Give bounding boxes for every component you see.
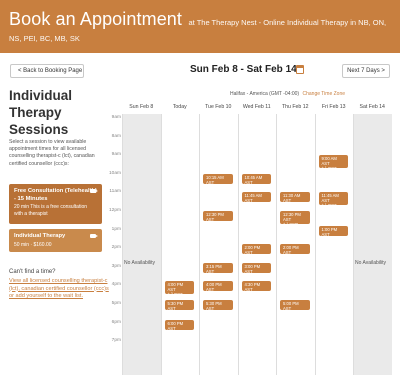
appointment-slot[interactable]: 5:30 PM AST [164,300,194,311]
day-column [353,114,392,375]
business-name-continued: and NL. [9,52,36,61]
appointment-slot[interactable]: 12:30 PM AST [203,210,233,222]
video-camera-icon [90,234,98,238]
day-header: Today [172,104,187,110]
appointment-slot[interactable]: 3:15 PM AST [203,262,233,274]
day-column [122,114,161,375]
day-header: Sun Feb 8 [129,104,154,110]
appointment-slot[interactable]: 11:30 AM AST [280,192,310,204]
calendar-grid: 9am 8am 9am 10am 11am 12pm 1pm 2pm 3pm 4pm 5pm 6pm 7… [107,104,393,375]
appointment-slot[interactable]: 11:45 AM AST [241,192,271,204]
day-header: Wed Feb 11 [242,104,271,110]
next-7-days-button[interactable]: Next 7 Days > [342,64,390,78]
hour-label: 7pm [111,338,121,344]
no-availability-label: No Availability [355,260,387,266]
day-header: Tue Feb 10 [205,104,232,110]
appointment-slot[interactable]: 2:00 PM AST [241,244,271,256]
hour-label: 5pm [111,301,121,306]
slot-time: 4:00 PM AST [206,282,222,293]
hour-label: 8am [111,133,121,139]
hour-label: 3pm [111,263,121,269]
video-camera-icon [90,189,98,193]
day-column [314,114,353,375]
change-timezone-link[interactable]: Change Time Zone [302,91,345,97]
slot-time: 11:45 AM AST [244,193,262,204]
appointment-slot[interactable]: 10:45 AM AST [241,173,271,185]
appointment-slot[interactable]: 4:00 PM AST [203,281,233,293]
appointment-slot[interactable]: 10:15 AM AST [203,173,233,185]
date-range-title: Sun Feb 8 - Sat Feb 14 [190,64,297,75]
slot-time: 11:30 AM AST [283,193,301,204]
appointment-slot[interactable]: 4:30 PM AST [241,281,271,293]
slot-more-count: + 1 more [283,221,299,226]
slot-time: 1:00 PM AST [321,226,338,237]
appointment-slot[interactable]: 11:45 AM AST + 1 more [318,192,348,208]
slot-time: 9:00 AM AST [321,155,337,166]
slot-time: 10:45 AM AST [244,174,263,185]
appointment-slot[interactable]: 5:00 PM AST [280,300,310,311]
service-free-consultation[interactable]: Free Consultation (Telehealth) - 15 Minu… [9,184,102,224]
appointment-slot[interactable]: 3:00 PM AST [241,262,271,274]
slot-more-count: + 1 more [321,165,337,170]
calendar-icon[interactable] [296,65,304,74]
hour-label: 12pm [109,208,121,213]
appointment-slot[interactable]: 6:00 PM AST [164,320,194,332]
service-meta: 50 min · $160.00 [14,241,52,248]
service-meta: 20 min This is a free consultation with … [14,204,88,217]
service-individual-therapy[interactable]: Individual Therapy 50 min · $160.00 [9,229,102,252]
slot-time: 3:15 PM AST [206,263,222,274]
hour-label: 9am [111,115,121,120]
appointment-slot[interactable]: 5:30 PM AST [203,300,233,311]
slot-time: 6:00 PM AST [167,321,184,332]
no-availability-label: No Availability [124,260,156,266]
appointment-slot[interactable]: 12:30 PM AST + 1 more [280,210,310,226]
day-column [199,114,238,375]
page-title: Book an Appointment [9,9,183,29]
day-column [160,114,199,375]
slot-time: 4:30 PM AST [244,282,261,293]
slot-more-count: + 3 more [167,292,183,297]
hour-label: 11am [109,189,121,195]
hour-label: 6pm [111,319,121,325]
slot-time: 11:45 AM AST [321,193,339,204]
day-header: Fri Feb 13 [321,104,346,110]
slot-time: 3:00 PM AST [244,263,261,274]
sidebar-description: Select a session to view available appoi… [9,139,95,167]
hour-label: 10am [109,170,121,176]
hour-label: 1pm [111,226,121,232]
slot-time: 2:00 PM AST [283,245,299,256]
day-header: Sat Feb 14 [359,104,385,110]
hour-label: 9am [111,152,121,158]
appointment-slot[interactable]: 9:00 AM AST + 1 more [318,154,348,170]
page-header: Book an Appointment at The Therapy Nest … [0,0,400,60]
service-name: Individual Therapy [14,233,66,239]
slot-time: 12:30 PM AST [206,211,224,222]
slot-time: 5:30 PM AST [167,301,184,311]
timezone-label: Halifax - America (GMT -04:00) [230,91,300,97]
hour-label: 2pm [111,245,121,251]
slot-time: 2:00 PM AST [244,245,261,256]
slot-time: 10:15 AM AST [206,174,224,185]
appointment-slot[interactable]: 2:00 PM AST [280,244,310,256]
hour-label: 4pm [111,282,121,288]
slot-more-count: + 1 more [321,203,337,208]
slot-time: 4:00 PM AST [167,282,184,293]
day-header: Thu Feb 12 [281,104,309,110]
service-name: Free Consultation (Telehealth) - 15 Minu… [14,188,97,202]
back-to-booking-button[interactable]: < Back to Booking Page [10,64,84,78]
slot-time: 12:30 PM AST [283,211,301,222]
appointment-slot[interactable]: 4:00 PM AST + 3 more [164,281,194,297]
timezone-bar: Halifax - America (GMT -04:00) Change Ti… [230,91,345,97]
appointment-slot[interactable]: 1:00 PM AST [318,225,348,237]
cant-find-time-label: Can't find a time? [9,269,56,275]
slot-time: 5:00 PM AST [283,301,299,311]
view-all-or-waitlist-link[interactable]: View all licensed counselling therapist-… [9,278,113,301]
sidebar-title: Individual Therapy Sessions [9,88,73,137]
slot-time: 5:30 PM AST [206,301,222,311]
